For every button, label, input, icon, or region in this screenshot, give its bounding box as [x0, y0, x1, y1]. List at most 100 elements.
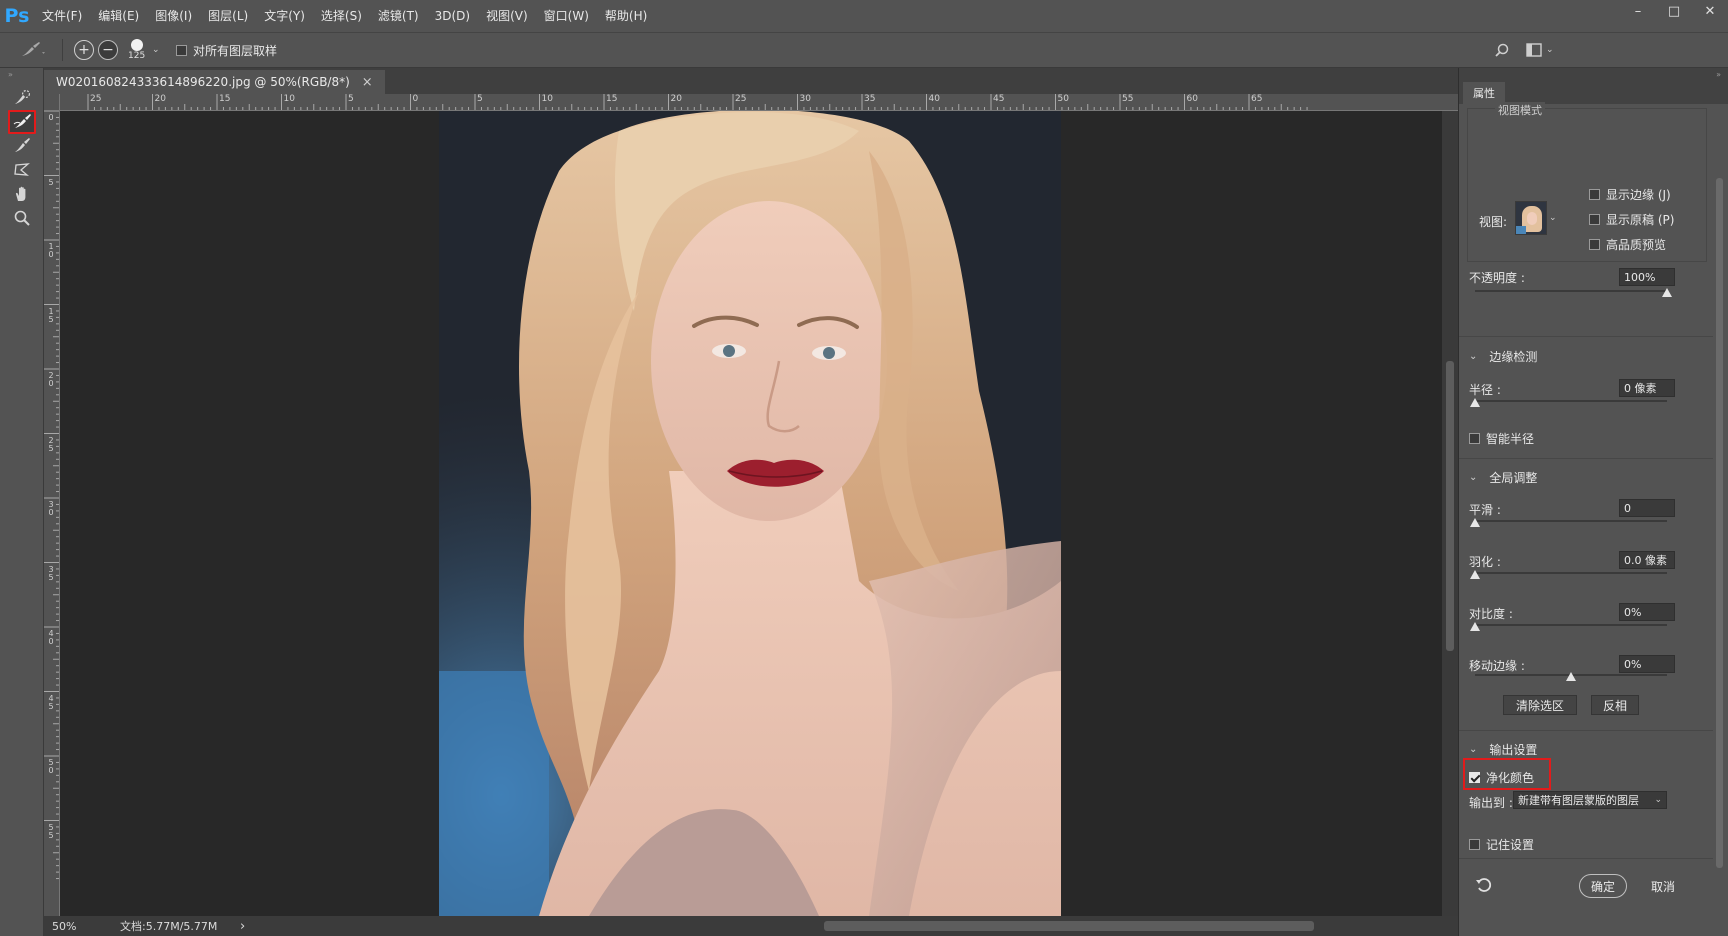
clear-selection-button[interactable]: 清除选区 — [1503, 695, 1577, 715]
show-original-option[interactable]: 显示原稿 (P) — [1589, 211, 1674, 228]
radius-slider[interactable] — [1470, 398, 1667, 408]
tools-panel: » — [0, 68, 44, 936]
slider-knob[interactable] — [1566, 672, 1576, 681]
ruler-label: 35 — [48, 564, 54, 582]
menu-filter[interactable]: 滤镜(T) — [370, 0, 427, 32]
feather-slider[interactable] — [1470, 570, 1667, 580]
horizontal-scroll-thumb[interactable] — [824, 921, 1314, 931]
menu-view[interactable]: 视图(V) — [478, 0, 536, 32]
slider-knob[interactable] — [1470, 518, 1480, 527]
menu-window[interactable]: 窗口(W) — [536, 0, 597, 32]
workspace-switcher[interactable]: ⌄ — [1526, 33, 1554, 67]
decontaminate-colors-option[interactable]: 净化颜色 — [1469, 769, 1534, 786]
refine-brush-icon — [22, 42, 45, 56]
tool-preset-picker[interactable] — [18, 33, 48, 67]
document-title: W020160824333614896220.jpg @ 50%(RGB/8*) — [56, 75, 350, 89]
ok-button[interactable]: 确定 — [1579, 874, 1627, 898]
sample-all-layers-option[interactable]: 对所有图层取样 — [176, 33, 277, 67]
restore-button[interactable]: □ — [1656, 0, 1692, 22]
chevron-down-icon[interactable]: ⌄ — [152, 33, 160, 67]
brush-size-value: 125 — [128, 51, 146, 61]
remember-settings-checkbox[interactable] — [1469, 839, 1480, 850]
remember-settings-label: 记住设置 — [1486, 838, 1535, 852]
menu-image[interactable]: 图像(I) — [147, 0, 200, 32]
close-tab-icon[interactable]: × — [362, 75, 373, 90]
global-refine-header[interactable]: ⌄ 全局调整 — [1469, 469, 1537, 486]
menu-layer[interactable]: 图层(L) — [200, 0, 256, 32]
radius-field[interactable]: 0 像素 — [1619, 379, 1675, 397]
shift-edge-field[interactable]: 0% — [1619, 655, 1675, 673]
zoom-level[interactable]: 50% — [52, 920, 76, 933]
opacity-label: 不透明度 : — [1469, 271, 1525, 285]
zoom-tool[interactable] — [8, 206, 36, 230]
contrast-field[interactable]: 0% — [1619, 603, 1675, 621]
view-mode-label: 视图模式 — [1495, 102, 1545, 118]
search-icon[interactable] — [1494, 33, 1510, 67]
show-edge-checkbox[interactable] — [1589, 189, 1600, 200]
vertical-scroll-thumb[interactable] — [1446, 361, 1454, 651]
menu-help[interactable]: 帮助(H) — [597, 0, 655, 32]
decontaminate-colors-checkbox[interactable] — [1469, 772, 1480, 783]
chevron-down-icon: ⌄ — [1549, 213, 1557, 223]
opacity-slider[interactable] — [1475, 288, 1672, 298]
shift-edge-slider[interactable] — [1475, 672, 1667, 682]
reset-icon[interactable] — [1475, 876, 1493, 897]
quick-selection-tool[interactable] — [8, 86, 36, 110]
ruler-label: 10 — [48, 242, 54, 259]
hand-icon — [15, 186, 26, 201]
panel-scroll-thumb[interactable] — [1716, 178, 1723, 868]
invert-button[interactable]: 反相 — [1591, 695, 1639, 715]
vertical-scrollbar[interactable] — [1442, 111, 1458, 916]
slider-knob[interactable] — [1470, 398, 1480, 407]
smooth-slider[interactable] — [1470, 518, 1667, 528]
output-settings-header[interactable]: ⌄ 输出设置 — [1469, 741, 1537, 758]
smooth-field[interactable]: 0 — [1619, 499, 1675, 517]
minimize-button[interactable]: – — [1620, 0, 1656, 22]
collapse-arrows-icon[interactable]: » — [8, 70, 13, 79]
panel-scrollbar[interactable] — [1713, 108, 1725, 928]
slider-knob[interactable] — [1470, 622, 1480, 631]
menu-type[interactable]: 文字(Y) — [256, 0, 313, 32]
collapse-arrows-icon[interactable]: » — [1716, 70, 1721, 79]
horizontal-scrollbar[interactable] — [254, 916, 1454, 936]
brush-tool[interactable] — [8, 134, 36, 158]
canvas-area[interactable] — [60, 111, 1442, 916]
menu-select[interactable]: 选择(S) — [313, 0, 370, 32]
hand-tool[interactable] — [8, 182, 36, 206]
menu-edit[interactable]: 编辑(E) — [90, 0, 147, 32]
high-quality-preview-option[interactable]: 高品质预览 — [1589, 236, 1666, 253]
cancel-button[interactable]: 取消 — [1639, 874, 1687, 898]
document-image[interactable] — [439, 111, 1061, 916]
remember-settings-option[interactable]: 记住设置 — [1469, 836, 1534, 853]
high-quality-preview-checkbox[interactable] — [1589, 239, 1600, 250]
menu-file[interactable]: 文件(F) — [34, 0, 90, 32]
tab-properties[interactable]: 属性 — [1463, 82, 1505, 104]
edge-detection-title: 边缘检测 — [1489, 350, 1538, 364]
add-to-selection-icon[interactable]: + — [74, 40, 94, 60]
feather-field[interactable]: 0.0 像素 — [1619, 551, 1675, 569]
document-tab[interactable]: W020160824333614896220.jpg @ 50%(RGB/8*)… — [44, 70, 385, 94]
ruler-label: 60 — [1186, 94, 1198, 104]
close-button[interactable]: ✕ — [1692, 0, 1728, 22]
sample-all-layers-checkbox[interactable] — [176, 44, 187, 56]
view-mode-picker[interactable]: ⌄ — [1515, 198, 1563, 238]
menu-3d[interactable]: 3D(D) — [427, 0, 478, 32]
refine-edge-brush-tool[interactable] — [8, 110, 36, 134]
ruler-label: 40 — [928, 94, 940, 104]
slider-knob[interactable] — [1662, 288, 1672, 297]
edge-detection-header[interactable]: ⌄ 边缘检测 — [1469, 348, 1537, 365]
slider-knob[interactable] — [1470, 570, 1480, 579]
opacity-field[interactable]: 100% — [1619, 268, 1675, 286]
ruler-label: 0 — [48, 113, 54, 122]
brush-size-picker[interactable]: 125 — [128, 33, 145, 67]
show-original-checkbox[interactable] — [1589, 214, 1600, 225]
status-menu-arrow[interactable]: › — [240, 919, 245, 934]
smart-radius-checkbox[interactable] — [1469, 433, 1480, 444]
lasso-tool[interactable] — [8, 158, 36, 182]
show-edge-option[interactable]: 显示边缘 (J) — [1589, 186, 1671, 203]
smart-radius-option[interactable]: 智能半径 — [1469, 430, 1534, 447]
view-thumbnail — [1515, 201, 1547, 235]
contrast-slider[interactable] — [1470, 622, 1667, 632]
output-to-select[interactable]: 新建带有图层蒙版的图层 ⌄ — [1513, 791, 1667, 809]
subtract-from-selection-icon[interactable]: − — [98, 40, 118, 60]
